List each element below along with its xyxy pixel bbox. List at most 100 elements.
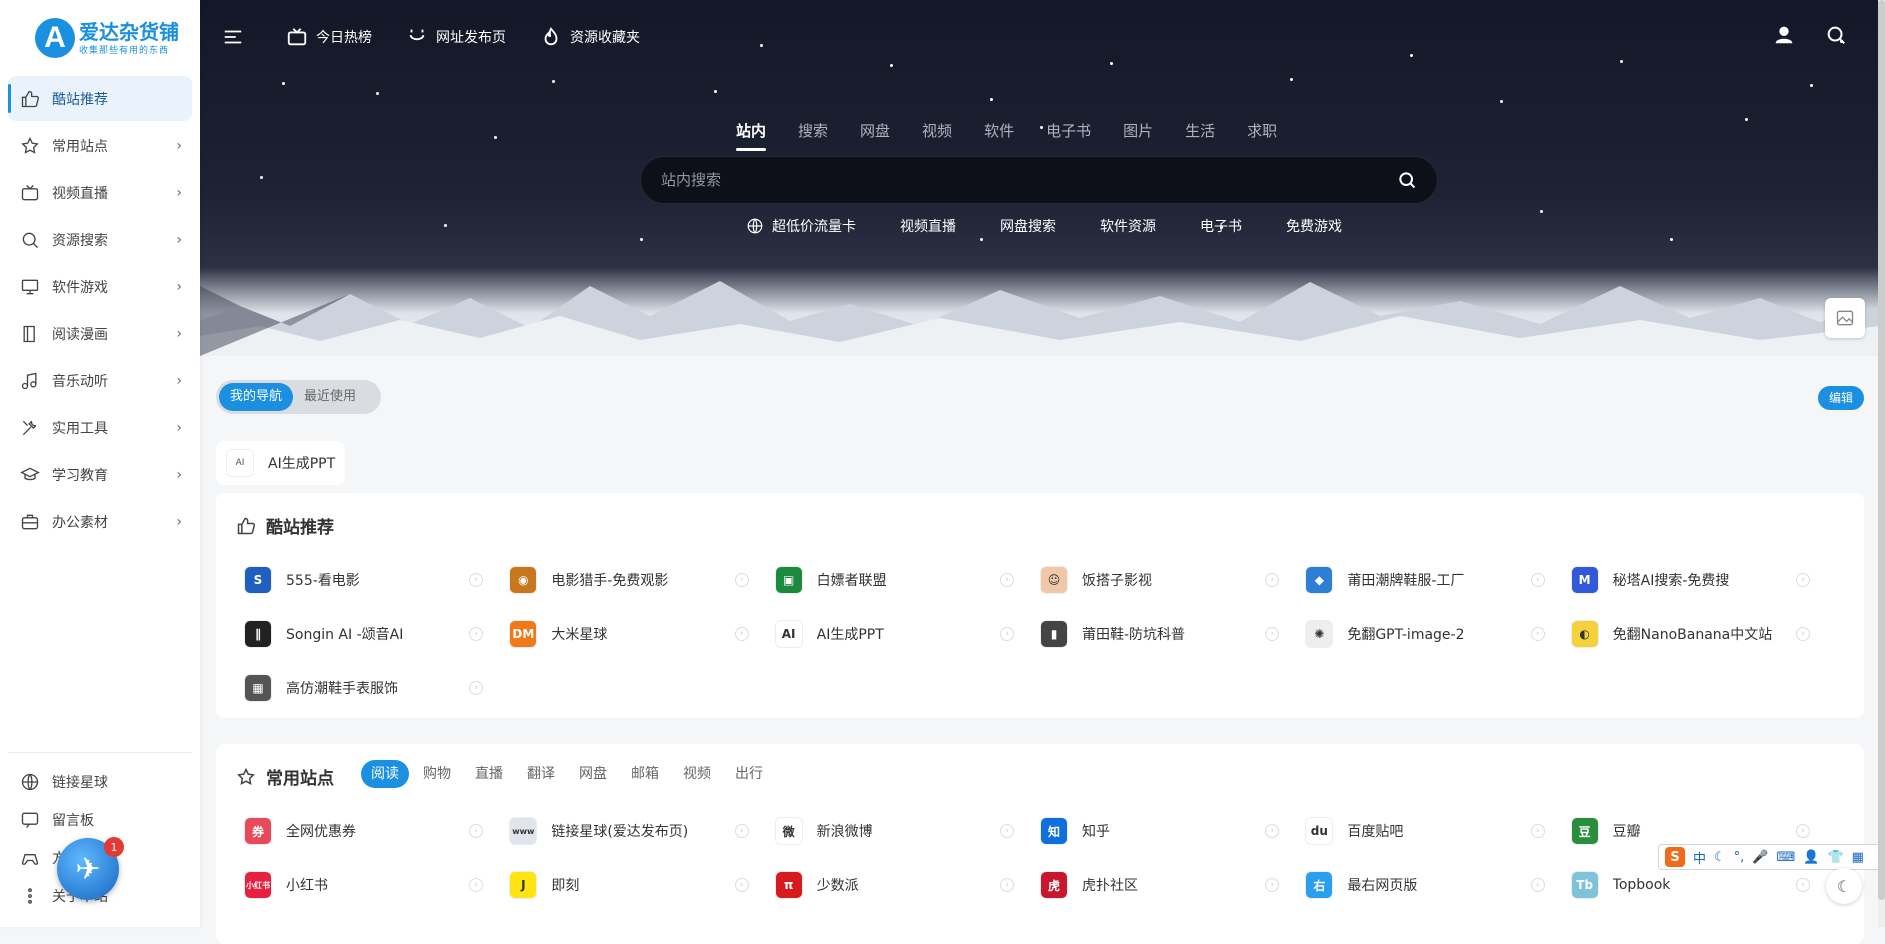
search-icon[interactable] [1825, 24, 1847, 46]
site-link[interactable]: π 少数派 › [774, 858, 1040, 912]
category-tab[interactable]: 网盘 [569, 760, 617, 788]
arrow-right-icon[interactable]: › [469, 573, 484, 587]
category-tab[interactable]: 出行 [725, 760, 773, 788]
search-tab[interactable]: 生活 [1185, 120, 1215, 147]
category-tab[interactable]: 邮箱 [621, 760, 669, 788]
sidebar-item-book[interactable]: 阅读漫画 › [8, 311, 192, 356]
ime-button[interactable]: ▦ [1852, 850, 1864, 865]
site-link[interactable]: ▣ 白嫖者联盟 › [774, 553, 1040, 607]
ime-button[interactable]: ☾ [1714, 850, 1726, 865]
page-scrollbar[interactable] [1878, 0, 1885, 927]
site-link[interactable]: www 链接星球(爱达发布页) › [509, 804, 774, 858]
arrow-right-icon[interactable]: › [1796, 824, 1810, 838]
sogou-s-icon[interactable]: S [1665, 847, 1685, 867]
site-link[interactable]: M 秘塔AI搜索-免费搜 › [1570, 553, 1836, 607]
search-tab[interactable]: 软件 [984, 120, 1014, 147]
arrow-right-icon[interactable]: › [734, 824, 749, 838]
arrow-right-icon[interactable]: › [1265, 627, 1280, 641]
site-link[interactable]: 微新浪微博 › [774, 804, 1040, 858]
menu-toggle-button[interactable] [222, 26, 252, 48]
sidebar-item-music[interactable]: 音乐动听 › [8, 358, 192, 403]
quick-link[interactable]: 视频直播 [900, 216, 956, 236]
sidebar-item-tv[interactable]: 视频直播 › [8, 170, 192, 215]
site-link[interactable]: 右最右网页版 › [1305, 858, 1570, 912]
search-tab[interactable]: 视频 [922, 120, 952, 147]
arrow-right-icon[interactable]: › [734, 573, 749, 587]
site-link[interactable]: 券全网优惠券 › [244, 804, 509, 858]
sidebar-item-briefcase[interactable]: 办公素材 › [8, 499, 192, 544]
site-link[interactable]: ∥ Songin AI -颂音AI › [244, 607, 509, 661]
topbar-link-favorites[interactable]: 资源收藏夹 [540, 26, 640, 48]
site-link[interactable]: 小红书 小红书 › [244, 858, 509, 912]
ime-button[interactable]: 👤 [1803, 850, 1819, 865]
site-link[interactable]: ◉ 电影猎手-免费观影 › [509, 553, 774, 607]
category-tab[interactable]: 翻译 [517, 760, 565, 788]
arrow-right-icon[interactable]: › [1265, 878, 1280, 892]
arrow-right-icon[interactable]: › [1000, 627, 1014, 641]
background-image-button[interactable] [1825, 298, 1865, 338]
moon-icon[interactable]: ☾ [1826, 868, 1862, 904]
arrow-right-icon[interactable]: › [1530, 573, 1545, 587]
site-link[interactable]: ✺ 免翻GPT-image-2 › [1305, 607, 1570, 661]
site-link[interactable]: J 即刻 › [509, 858, 774, 912]
arrow-right-icon[interactable]: › [1000, 878, 1014, 892]
ime-button[interactable]: 👕 [1827, 850, 1843, 865]
search-tab[interactable]: 搜索 [798, 120, 828, 147]
site-link[interactable]: S 555-看电影 › [244, 553, 509, 607]
tab-my-nav[interactable]: 我的导航 [219, 383, 294, 411]
quick-link[interactable]: 网盘搜索 [1000, 216, 1056, 236]
site-link[interactable]: ◐ 免翻NanoBanana中文站 › [1570, 607, 1836, 661]
arrow-right-icon[interactable]: › [469, 681, 484, 695]
quick-link[interactable]: 超低价流量卡 [746, 216, 856, 236]
my-nav-item[interactable]: AI AI生成PPT [216, 441, 346, 485]
category-tab[interactable]: 视频 [673, 760, 721, 788]
arrow-right-icon[interactable]: › [734, 627, 749, 641]
arrow-right-icon[interactable]: › [1796, 627, 1810, 641]
site-link[interactable]: DM 大米星球 › [509, 607, 774, 661]
arrow-right-icon[interactable]: › [469, 878, 484, 892]
arrow-right-icon[interactable]: › [1796, 878, 1810, 892]
edit-button[interactable]: 编辑 [1817, 386, 1864, 410]
sidebar-item-globe[interactable]: 链接星球 [8, 763, 192, 801]
arrow-right-icon[interactable]: › [1000, 824, 1014, 838]
search-tab[interactable]: 图片 [1123, 120, 1153, 147]
category-tab[interactable]: 阅读 [361, 760, 409, 788]
topbar-link-hot[interactable]: 今日热榜 [286, 26, 372, 48]
site-link[interactable]: ▦ 高仿潮鞋手表服饰 › [244, 661, 509, 715]
quick-link[interactable]: 免费游戏 [1286, 216, 1342, 236]
site-link[interactable]: 知知乎 › [1040, 804, 1305, 858]
arrow-right-icon[interactable]: › [1796, 573, 1810, 587]
arrow-right-icon[interactable]: › [469, 627, 484, 641]
ime-button[interactable]: 🎤 [1752, 850, 1768, 865]
ime-button[interactable]: ⌨ [1777, 850, 1796, 865]
category-tab[interactable]: 直播 [465, 760, 513, 788]
site-link[interactable]: ☺ 饭搭子影视 › [1040, 553, 1305, 607]
site-logo[interactable]: A 爱达杂货铺 收集那些有用的东西 [35, 18, 179, 58]
tab-recent[interactable]: 最近使用 [293, 383, 367, 411]
quick-link[interactable]: 软件资源 [1100, 216, 1156, 236]
arrow-right-icon[interactable]: › [734, 878, 749, 892]
site-link[interactable]: ▮ 莆田鞋-防坑科普 › [1040, 607, 1305, 661]
search-tab[interactable]: 电子书 [1046, 120, 1091, 147]
arrow-right-icon[interactable]: › [1530, 878, 1545, 892]
arrow-right-icon[interactable]: › [1265, 573, 1280, 587]
site-link[interactable]: AI AI生成PPT › [774, 607, 1040, 661]
sidebar-item-search[interactable]: 资源搜索 › [8, 217, 192, 262]
topbar-link-publish[interactable]: 网址发布页 [406, 26, 506, 48]
sidebar-item-message[interactable]: 留言板 [8, 801, 192, 839]
arrow-right-icon[interactable]: › [1530, 627, 1545, 641]
site-link[interactable]: du 百度贴吧 › [1305, 804, 1570, 858]
sidebar-item-graduation[interactable]: 学习教育 › [8, 452, 192, 497]
user-icon[interactable] [1773, 24, 1795, 46]
quick-link[interactable]: 电子书 [1200, 216, 1242, 236]
sidebar-item-star[interactable]: 常用站点 › [8, 123, 192, 168]
search-tab[interactable]: 求职 [1247, 120, 1277, 147]
sidebar-item-tools[interactable]: 实用工具 › [8, 405, 192, 450]
category-tab[interactable]: 购物 [413, 760, 461, 788]
site-link[interactable]: ◆ 莆田潮牌鞋服-工厂 › [1305, 553, 1570, 607]
ime-button[interactable]: °, [1734, 850, 1745, 865]
arrow-right-icon[interactable]: › [1000, 573, 1014, 587]
arrow-right-icon[interactable]: › [1530, 824, 1545, 838]
sidebar-item-thumbs-up[interactable]: 酷站推荐 [8, 76, 192, 121]
search-input[interactable] [661, 171, 1397, 189]
